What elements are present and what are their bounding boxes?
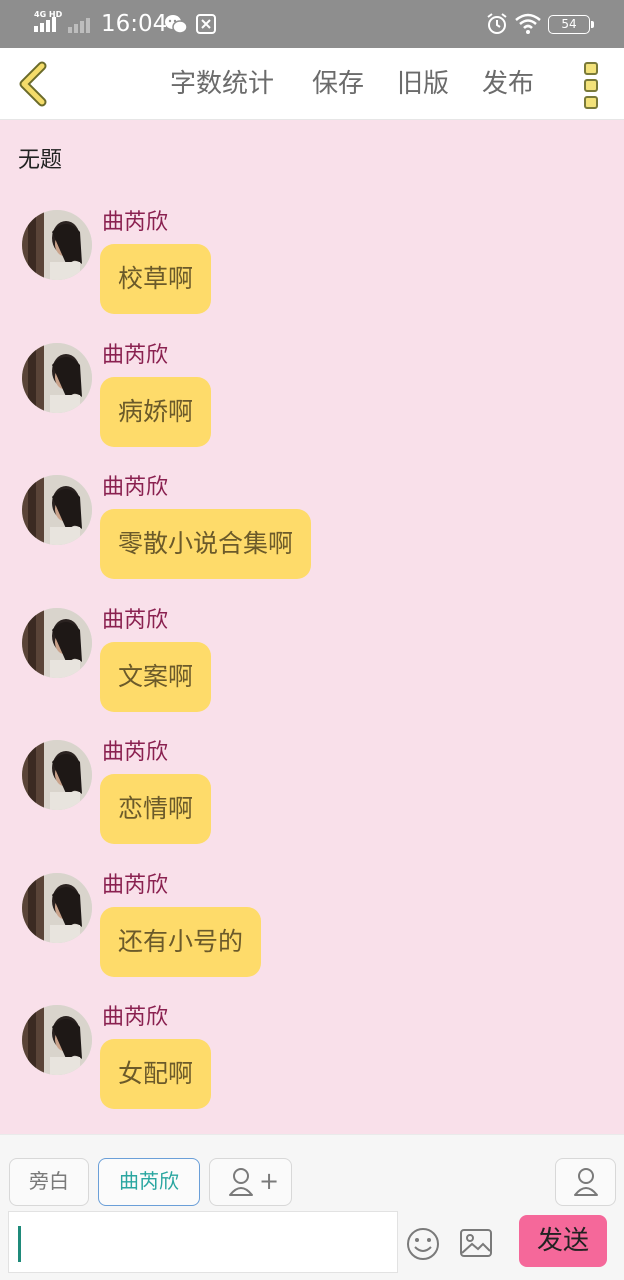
document-title[interactable]: 无题: [18, 146, 62, 176]
sender-name: 曲芮欣: [102, 872, 169, 898]
avatar[interactable]: [22, 872, 92, 943]
message-input[interactable]: [8, 1211, 398, 1273]
old-version-button[interactable]: 旧版: [397, 66, 449, 102]
payment-icon: [196, 14, 216, 34]
more-dot: [584, 62, 598, 75]
message-bubble[interactable]: 恋情啊: [100, 774, 212, 844]
message-item[interactable]: 曲芮欣 校草啊: [0, 210, 624, 322]
signal-weak-icon: [68, 18, 90, 33]
message-item[interactable]: 曲芮欣 恋情啊: [0, 740, 624, 852]
sender-name: 曲芮欣: [102, 1005, 169, 1030]
status-bar: 4G HD 16:04 54: [0, 0, 624, 48]
clock: 16:04: [101, 11, 168, 37]
send-button[interactable]: 发送: [519, 1215, 607, 1267]
alarm-icon: [487, 13, 507, 34]
save-button[interactable]: 保存: [312, 66, 364, 102]
message-bubble[interactable]: 零散小说合集啊: [100, 509, 312, 579]
avatar[interactable]: [22, 210, 92, 280]
avatar[interactable]: [22, 607, 92, 678]
message-item[interactable]: 曲芮欣 文案啊: [0, 607, 624, 720]
narration-button[interactable]: 旁白: [9, 1158, 89, 1206]
sender-name: 曲芮欣: [102, 342, 169, 368]
avatar[interactable]: [22, 740, 92, 810]
character-role-button[interactable]: 曲芮欣: [98, 1158, 200, 1206]
avatar[interactable]: [22, 342, 92, 413]
message-bubble[interactable]: 校草啊: [100, 244, 212, 314]
sender-name: 曲芮欣: [102, 475, 169, 500]
composer: 旁白 曲芮欣 + 发送: [0, 1134, 624, 1280]
add-symbol: +: [259, 1167, 280, 1195]
profile-button[interactable]: [555, 1158, 616, 1206]
more-dot: [584, 79, 598, 92]
more-vertical-icon[interactable]: [580, 60, 604, 110]
message-bubble[interactable]: 文案啊: [100, 641, 212, 712]
text-caret: [18, 1226, 21, 1262]
message-item[interactable]: 曲芮欣 病娇啊: [0, 342, 624, 455]
emoji-icon[interactable]: [406, 1227, 440, 1261]
message-bubble[interactable]: 还有小号的: [100, 906, 262, 977]
message-item[interactable]: 曲芮欣 女配啊: [0, 1005, 624, 1117]
sender-name: 曲芮欣: [102, 210, 169, 235]
add-user-icon: [229, 1168, 253, 1196]
wechat-icon: [165, 15, 188, 34]
chevron-left-icon[interactable]: [14, 60, 54, 108]
sender-name: 曲芮欣: [102, 607, 169, 633]
message-bubble[interactable]: 女配啊: [100, 1039, 212, 1109]
avatar[interactable]: [22, 475, 92, 545]
wifi-icon: [515, 13, 541, 34]
signal-icon: [34, 17, 56, 32]
battery-icon: 54: [548, 15, 594, 34]
image-icon[interactable]: [459, 1228, 493, 1258]
message-bubble[interactable]: 病娇啊: [100, 376, 212, 447]
sender-name: 曲芮欣: [102, 740, 169, 765]
publish-button[interactable]: 发布: [482, 66, 534, 102]
word-count-button[interactable]: 字数统计: [170, 66, 274, 102]
user-icon: [574, 1168, 598, 1196]
avatar[interactable]: [22, 1005, 92, 1075]
message-item[interactable]: 曲芮欣零散小说合集啊: [0, 475, 624, 587]
more-dot: [584, 96, 598, 109]
message-item[interactable]: 曲芮欣 还有小号的: [0, 872, 624, 985]
editor-toolbar: 字数统计 保存 旧版 发布: [0, 48, 624, 120]
add-role-button[interactable]: +: [209, 1158, 292, 1206]
